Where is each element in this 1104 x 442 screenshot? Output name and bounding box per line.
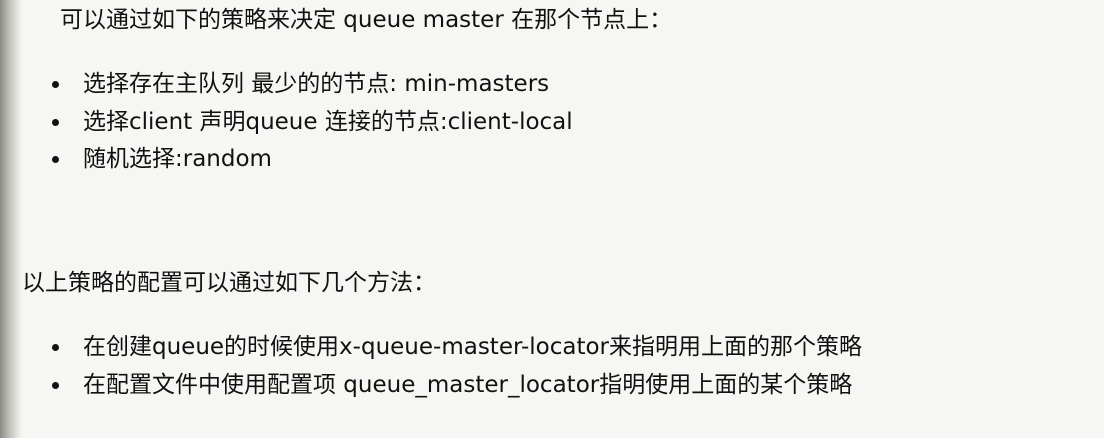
bullet-icon [52,344,59,351]
bullet-icon [52,118,59,126]
list-item-text: 选择client 声明queue 连接的节点:client-local [83,108,573,135]
list-item-text: 在配置文件中使用配置项 queue_master_locator指明使用上面的某… [83,371,853,398]
list-item-text: 在创建queue的时候使用x-queue-master-locator来指明用上… [83,334,863,360]
page-bottom-edge [0,438,1104,442]
bullet-icon [52,156,59,163]
config-paragraph: 以上策略的配置可以通过如下几个方法： [22,270,436,296]
list-item: 选择存在主队列 最少的的节点: min-masters [0,69,573,107]
document-body: 可以通过如下的策略来决定 queue master 在那个节点上： 选择存在主队… [0,0,1104,442]
intro-paragraph: 可以通过如下的策略来决定 queue master 在那个节点上： [60,7,673,33]
list-item: 在创建queue的时候使用x-queue-master-locator来指明用上… [0,332,862,370]
list-item: 随机选择:random [0,144,573,182]
list-item-text: 选择存在主队列 最少的的节点: min-masters [83,71,550,97]
method-list: 在创建queue的时候使用x-queue-master-locator来指明用上… [0,332,862,407]
strategy-list: 选择存在主队列 最少的的节点: min-masters 选择client 声明q… [0,69,573,182]
list-item: 在配置文件中使用配置项 queue_master_locator指明使用上面的某… [0,370,862,408]
bullet-icon [52,381,59,389]
bullet-icon [52,81,59,88]
list-item: 选择client 声明queue 连接的节点:client-local [0,107,573,145]
list-item-text: 随机选择:random [83,146,272,172]
